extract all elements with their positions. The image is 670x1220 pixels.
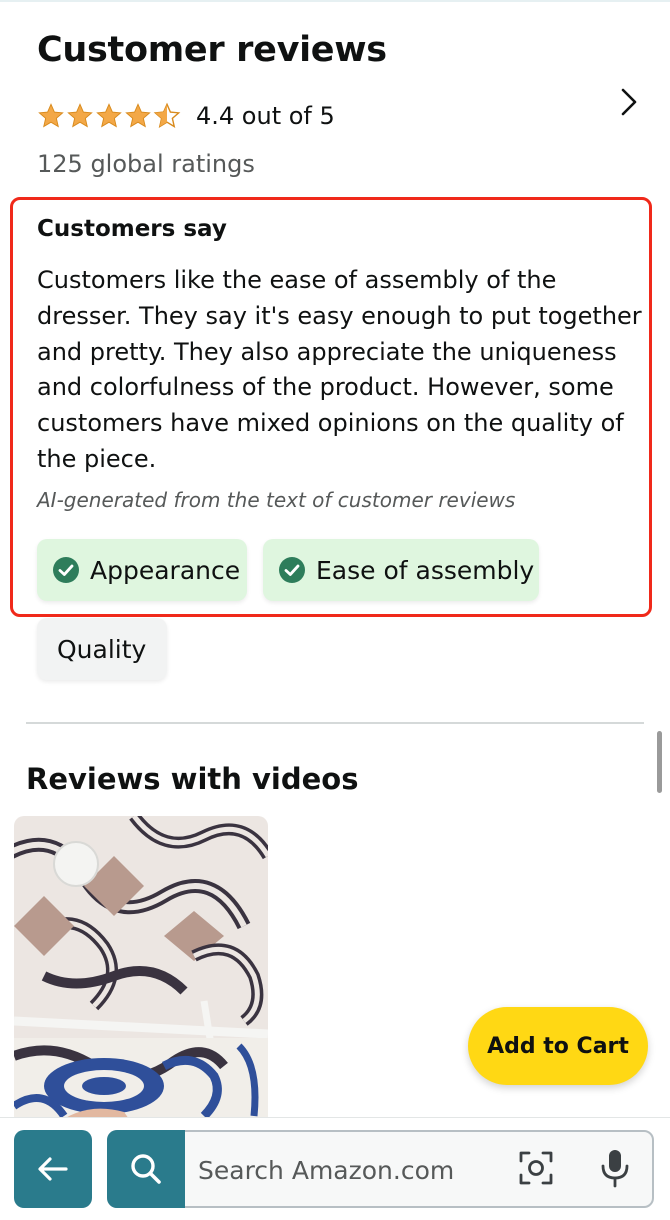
back-button[interactable]	[14, 1130, 92, 1208]
star-half-icon	[153, 102, 181, 128]
customers-say-title: Customers say	[37, 216, 227, 242]
star-full-icon	[38, 103, 64, 128]
review-video-thumbnail[interactable]	[14, 816, 268, 1126]
add-to-cart-button[interactable]: Add to Cart	[468, 1007, 648, 1085]
top-divider	[0, 0, 670, 2]
aspect-chip-quality[interactable]: Quality	[37, 618, 167, 680]
star-full-icon	[96, 103, 122, 128]
chevron-right-icon[interactable]	[612, 86, 644, 118]
section-divider	[26, 722, 644, 724]
check-circle-icon	[53, 557, 79, 583]
reviews-with-videos-title: Reviews with videos	[26, 762, 359, 796]
aspect-chip-label: Quality	[57, 634, 147, 664]
star-rating	[37, 102, 181, 130]
search-input[interactable]	[198, 1150, 498, 1190]
camera-scan-icon[interactable]	[518, 1150, 554, 1186]
aspect-chip-label: Ease of assembly	[316, 555, 535, 585]
customers-say-summary: Customers like the ease of assembly of t…	[37, 266, 642, 473]
aspect-chip-appearance[interactable]: Appearance	[37, 539, 247, 601]
star-full-icon	[125, 103, 151, 128]
check-circle-icon	[279, 557, 305, 583]
rating-text: 4.4 out of 5	[196, 102, 335, 130]
microphone-icon[interactable]	[598, 1148, 632, 1188]
scrollbar-thumb[interactable]	[657, 731, 662, 793]
global-ratings-count[interactable]: 125 global ratings	[37, 150, 255, 178]
search-icon	[131, 1154, 161, 1184]
search-button[interactable]	[107, 1130, 185, 1208]
rating-row[interactable]: 4.4 out of 5	[37, 99, 335, 133]
aspect-chip-ease-of-assembly[interactable]: Ease of assembly	[263, 539, 539, 601]
customer-reviews-title: Customer reviews	[37, 30, 387, 70]
tile-pattern-image	[14, 816, 268, 1126]
aspect-chip-label: Appearance	[90, 555, 241, 585]
star-full-icon	[67, 103, 93, 128]
arrow-left-icon	[38, 1157, 68, 1181]
ai-generated-note: AI-generated from the text of customer r…	[37, 488, 516, 512]
